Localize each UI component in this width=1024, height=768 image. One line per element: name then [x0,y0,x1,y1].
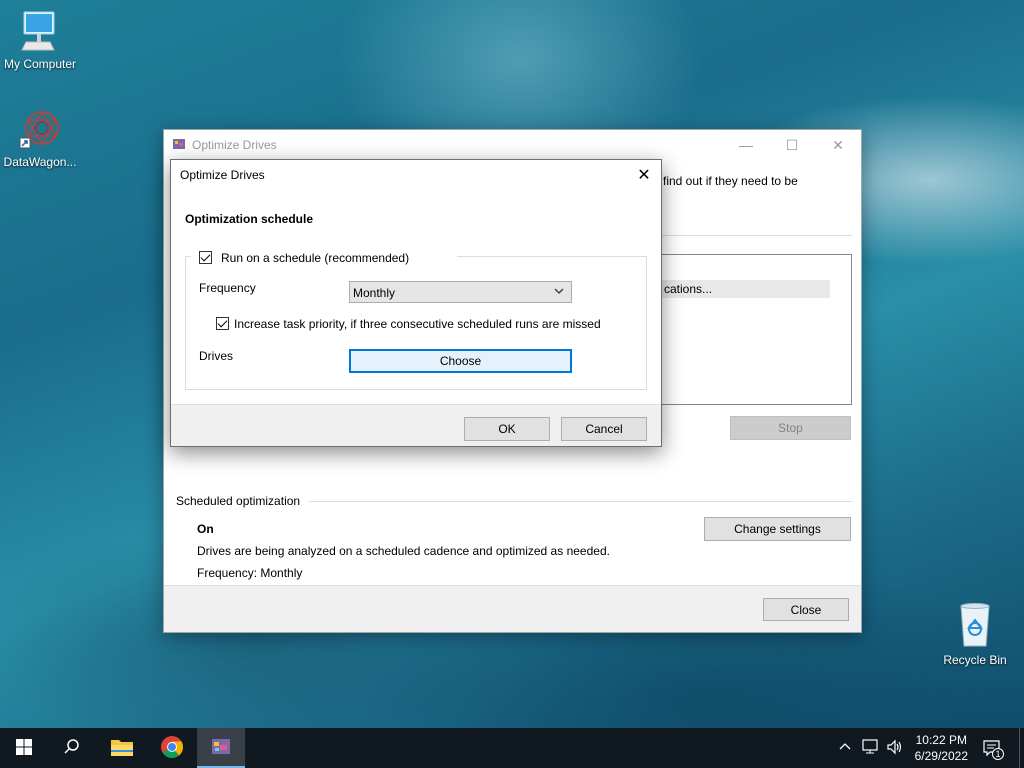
divider [309,501,852,502]
dialog-footer: OK Cancel [171,404,661,446]
window-footer: Close [164,585,861,632]
clock-time: 10:22 PM [915,733,967,747]
window-title: Optimize Drives [192,138,277,152]
show-desktop-button[interactable] [1019,728,1024,768]
close-button[interactable]: Close [763,598,849,621]
close-icon: ✕ [637,167,651,184]
chevron-up-icon[interactable] [838,740,852,757]
taskbar: 10:22 PM 6/29/2022 1 [0,728,1024,768]
desktop-icon-label: DataWagon... [3,155,77,169]
windows-logo-icon [16,738,32,758]
schedule-state: On [197,522,214,536]
datawagon-icon [0,106,80,153]
dialog-heading: Optimization schedule [185,212,314,226]
run-on-schedule-checkbox[interactable] [199,251,212,264]
taskbar-chrome[interactable] [148,728,196,768]
monitor-icon [0,8,80,55]
cancel-button[interactable]: Cancel [561,417,647,441]
stop-button[interactable]: Stop [730,416,851,440]
folder-icon [110,737,134,760]
desktop-icon-recycle-bin[interactable]: Recycle Bin [935,602,1015,667]
search-icon [63,738,81,759]
system-clock[interactable]: 10:22 PM 6/29/2022 [915,732,968,764]
ok-button[interactable]: OK [464,417,550,441]
taskbar-file-explorer[interactable] [98,728,146,768]
defrag-app-icon [172,137,186,154]
start-button[interactable] [0,728,48,768]
clock-date: 6/29/2022 [914,749,968,763]
chevron-down-icon [553,285,565,300]
frequency-label: Frequency [199,281,256,295]
optimization-schedule-dialog: Optimize Drives ✕ Optimization schedule … [170,159,662,447]
schedule-frequency: Frequency: Monthly [197,566,303,580]
increase-priority-checkbox[interactable] [216,317,229,330]
frequency-dropdown[interactable]: Monthly [349,281,572,303]
network-icon[interactable] [862,739,880,758]
search-button[interactable] [48,728,96,768]
drives-label: Drives [199,349,234,363]
schedule-description: Drives are being analyzed on a scheduled… [197,544,610,558]
increase-priority-label: Increase task priority, if three consecu… [234,317,601,331]
defrag-app-icon [210,735,232,760]
desktop-icon-label: Recycle Bin [943,653,1007,667]
taskbar-optimize-drives[interactable] [197,728,245,768]
notification-badge: 1 [992,748,1004,760]
chrome-icon [160,735,184,762]
run-on-schedule-label: Run on a schedule (recommended) [221,251,410,265]
desktop-icon-label: My Computer [3,57,77,71]
drive-description-text: find out if they need to be [663,174,798,188]
action-center-button[interactable]: 1 [982,738,1004,760]
maximize-button[interactable]: ☐ [769,130,815,160]
choose-button[interactable]: Choose [349,349,572,373]
run-on-schedule-row[interactable]: Run on a schedule (recommended) [191,250,457,266]
frequency-selected-value: Monthly [353,286,396,300]
minimize-button[interactable]: — [723,130,769,160]
list-item-text: cations... [664,282,713,296]
volume-icon[interactable] [886,739,904,758]
change-settings-button[interactable]: Change settings [704,517,851,541]
desktop-icon-datawagon[interactable]: DataWagon... [0,106,80,169]
desktop-icon-my-computer[interactable]: My Computer [0,8,80,71]
dialog-title: Optimize Drives [180,168,265,182]
dialog-close-button[interactable]: ✕ [627,160,661,190]
scheduled-optimization-heading: Scheduled optimization [176,494,301,508]
window-close-button[interactable]: ✕ [815,130,861,160]
recycle-bin-icon [935,602,1015,651]
